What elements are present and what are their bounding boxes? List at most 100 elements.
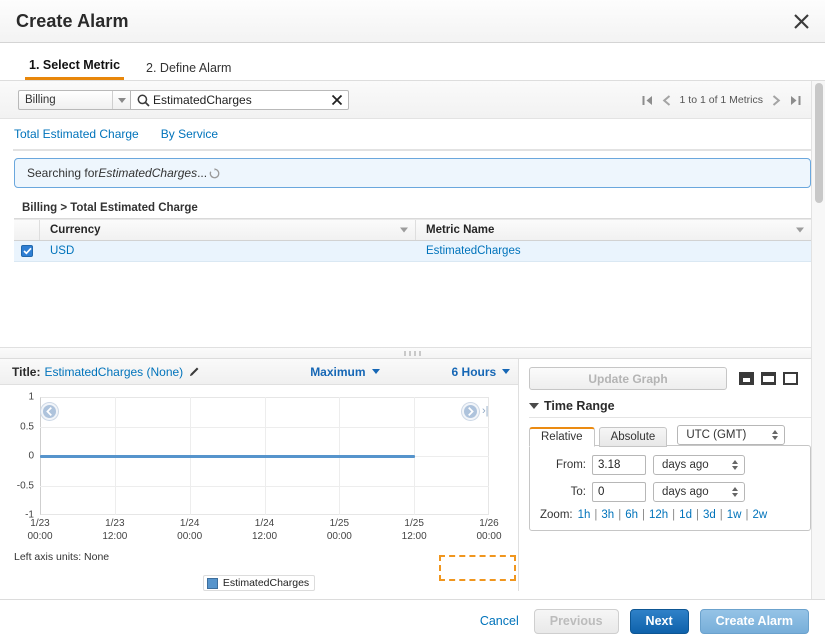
row-checkbox[interactable] <box>21 245 33 257</box>
y-tick-label: -0.5 <box>16 480 34 491</box>
zoom-option-3h[interactable]: 3h <box>601 509 614 521</box>
statistic-dropdown[interactable]: Maximum <box>310 364 380 379</box>
scrollbar-thumb[interactable] <box>815 83 823 203</box>
time-range-title: Time Range <box>544 399 615 413</box>
time-range-header[interactable]: Time Range <box>529 399 811 418</box>
to-unit-value: days ago <box>662 486 709 498</box>
chart-y-axis: 1 0.5 0 -0.5 -1 <box>0 392 34 521</box>
chevron-down-icon <box>112 91 130 109</box>
period-dropdown[interactable]: 6 Hours <box>452 365 511 379</box>
namespace-select[interactable]: Billing <box>18 90 131 110</box>
close-icon[interactable] <box>789 9 813 33</box>
previous-button[interactable]: Previous <box>533 608 619 634</box>
pagination-text: 1 to 1 of 1 Metrics <box>679 94 763 106</box>
x-tick-label: 1/23 12:00 <box>102 517 127 543</box>
graph-area: Title: EstimatedCharges (None) Maximum 6… <box>0 359 825 591</box>
cancel-button[interactable]: Cancel <box>480 614 519 628</box>
layout-toggle-group <box>739 372 798 385</box>
x-tick-label: 1/23 00:00 <box>27 517 52 543</box>
x-tick-label: 1/25 00:00 <box>327 517 352 543</box>
zoom-label: Zoom: <box>540 509 573 521</box>
graph-title-value[interactable]: EstimatedCharges (None) <box>44 365 183 379</box>
searching-suffix: ... <box>197 166 208 180</box>
pencil-edit-icon[interactable] <box>189 366 200 377</box>
legend-item[interactable]: EstimatedCharges <box>202 575 316 591</box>
tab-select-metric[interactable]: 1. Select Metric <box>25 58 125 80</box>
last-page-icon[interactable] <box>790 95 801 106</box>
panel-splitter[interactable] <box>0 347 825 359</box>
subnav-link-by-service[interactable]: By Service <box>161 127 218 141</box>
next-page-icon[interactable] <box>772 94 781 106</box>
from-unit-select[interactable]: days ago <box>653 455 745 475</box>
chart-pan-left-icon[interactable] <box>41 403 58 420</box>
first-page-icon[interactable] <box>642 95 653 106</box>
zoom-option-2w[interactable]: 2w <box>752 509 767 521</box>
column-header-currency-label: Currency <box>50 224 101 236</box>
zoom-option-3d[interactable]: 3d <box>703 509 716 521</box>
create-alarm-button[interactable]: Create Alarm <box>699 608 809 634</box>
column-header-metric-name[interactable]: Metric Name <box>416 220 811 240</box>
table-row[interactable]: USD EstimatedCharges <box>14 241 811 262</box>
chart-plot-area[interactable] <box>40 397 489 515</box>
layout-split-icon[interactable] <box>761 372 776 385</box>
graph-title-label: Title: <box>12 364 41 379</box>
cell-metric-name[interactable]: EstimatedCharges <box>416 245 811 257</box>
chevron-down-icon <box>371 369 380 374</box>
x-tick-time: 12:00 <box>401 531 427 542</box>
column-header-metric-name-label: Metric Name <box>426 224 495 236</box>
chart-x-axis: 1/23 00:00 1/23 12:00 1/24 00:00 1/24 12… <box>27 517 501 549</box>
loading-spinner-icon <box>209 167 220 179</box>
sort-caret-icon <box>400 227 408 233</box>
zoom-option-1w[interactable]: 1w <box>727 509 742 521</box>
chart-selection-box[interactable] <box>439 555 516 581</box>
next-button[interactable]: Next <box>629 608 689 634</box>
update-graph-button[interactable]: Update Graph <box>529 367 727 390</box>
metrics-pagination: 1 to 1 of 1 Metrics <box>642 94 801 106</box>
zoom-option-6h[interactable]: 6h <box>625 509 638 521</box>
search-input[interactable] <box>153 93 326 107</box>
subnav-divider <box>13 149 811 151</box>
from-value-input[interactable] <box>592 455 646 475</box>
legend-color-swatch <box>206 577 218 589</box>
column-header-select <box>14 220 40 240</box>
x-tick-time: 00:00 <box>27 531 53 542</box>
x-tick-time: 00:00 <box>326 531 352 542</box>
statistic-value: Maximum <box>310 364 366 379</box>
metrics-table: Currency Metric Name USD EstimatedCharge… <box>14 219 811 262</box>
from-label: From: <box>555 459 586 471</box>
x-tick-label: 1/25 12:00 <box>402 517 427 543</box>
metric-search-box[interactable] <box>130 90 349 110</box>
tab-absolute[interactable]: Absolute <box>598 427 668 447</box>
tab-relative[interactable]: Relative <box>529 427 595 447</box>
x-tick-date: 1/24 <box>179 518 200 529</box>
chart-jump-end-icon[interactable]: ›| <box>482 405 489 417</box>
vertical-scrollbar[interactable] <box>811 81 825 599</box>
period-value: 6 Hours <box>451 364 497 379</box>
subnav-link-total-estimated-charge[interactable]: Total Estimated Charge <box>14 127 139 141</box>
metric-subnav: Total Estimated Charge By Service <box>0 119 825 149</box>
timezone-select[interactable]: UTC (GMT) <box>677 425 786 445</box>
clear-icon[interactable] <box>326 94 348 106</box>
to-value-input[interactable] <box>592 482 646 502</box>
x-tick-date: 1/26 <box>479 518 499 529</box>
y-tick-label: 1 <box>28 391 34 403</box>
chart-pan-right-icon[interactable] <box>462 403 479 420</box>
layout-bottom-icon[interactable] <box>739 372 754 385</box>
zoom-option-12h[interactable]: 12h <box>649 509 668 521</box>
previous-page-icon[interactable] <box>662 94 671 106</box>
zoom-option-1d[interactable]: 1d <box>679 509 692 521</box>
row-select-cell <box>14 245 40 257</box>
chart-container: 1 0.5 0 -0.5 -1 ›| 1/23 00:00 1/23 12:00… <box>0 385 518 591</box>
stepper-arrows-icon <box>772 430 779 440</box>
zoom-option-1h[interactable]: 1h <box>578 509 591 521</box>
to-unit-select[interactable]: days ago <box>653 482 745 502</box>
column-header-currency[interactable]: Currency <box>40 220 416 240</box>
timezone-value: UTC (GMT) <box>686 429 747 441</box>
graph-side-panel: Update Graph Time Range Relative Absolut… <box>519 359 825 591</box>
search-icon <box>137 94 150 107</box>
layout-full-icon[interactable] <box>783 372 798 385</box>
x-tick-label: 1/24 12:00 <box>252 517 277 543</box>
tab-define-alarm[interactable]: 2. Define Alarm <box>142 61 235 80</box>
graph-side-panel-top: Update Graph <box>529 367 811 390</box>
searching-status-banner: Searching for EstimatedCharges... <box>14 158 811 188</box>
